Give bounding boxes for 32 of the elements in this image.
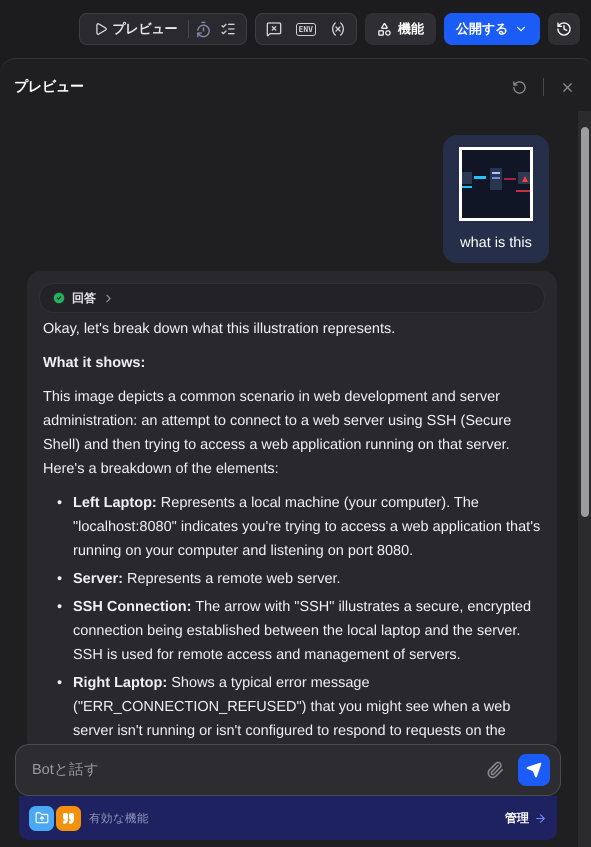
user-message-text: what is this	[460, 235, 532, 251]
answer-paragraph: Okay, let's break down what this illustration represents.	[43, 320, 396, 339]
panel-title: プレビュー	[14, 78, 85, 96]
send-button[interactable]	[518, 754, 550, 786]
check-icon	[52, 291, 66, 305]
features-label: 有効な機能	[89, 812, 150, 826]
shapes-icon	[377, 22, 392, 36]
env-icon[interactable]: ENV	[296, 22, 316, 36]
answer-list-item: Server: Represents a remote web server.	[73, 570, 342, 589]
list-bullet: •	[57, 494, 64, 513]
answer-list-item: Left Laptop: Represents a local machine (your computer). The "localhost:8080" indicates you're trying to access a web application that's running on your computer and listening on port 8080.	[73, 494, 541, 561]
answer-heading: What it shows:	[43, 354, 146, 373]
history-icon	[556, 21, 572, 37]
manage-link[interactable]: 管理	[505, 810, 547, 826]
folder-icon[interactable]	[29, 806, 54, 830]
arrow-right-icon	[534, 812, 547, 824]
answer-list-item: SSH Connection: The arrow with "SSH" illustrates a secure, encrypted connection being established between the local laptop and the server. SSH is used for remote access and management of servers.	[73, 598, 532, 665]
play-icon	[94, 22, 108, 36]
answer-paragraph: This image depicts a common scenario in web development and server administration: an attempt to connect to a web server using SSH (Secure Shell) and then trying to access a web application running on that server. Here's a breakdown of the elements:	[43, 388, 512, 479]
features-button[interactable]: 機能	[365, 13, 436, 45]
history-button[interactable]	[548, 13, 580, 45]
list-bullet: •	[57, 598, 64, 617]
list-bullet: •	[57, 570, 64, 589]
publish-button[interactable]: 公開する	[444, 13, 540, 45]
message-input[interactable]: Botと話す	[30, 761, 472, 779]
send-icon	[526, 762, 542, 778]
answer-status[interactable]: 回答	[39, 283, 545, 313]
scrollbar[interactable]	[578, 111, 591, 847]
answer-list-item: Right Laptop: Shows a typical error message ("ERR_CONNECTION_REFUSED") that you might see when a web server isn't running or isn't configured to respond to requests on the	[73, 674, 512, 741]
message-field[interactable]: Botと話す	[15, 744, 561, 796]
quote-icon[interactable]	[56, 806, 81, 830]
list-bullet: •	[57, 674, 64, 693]
